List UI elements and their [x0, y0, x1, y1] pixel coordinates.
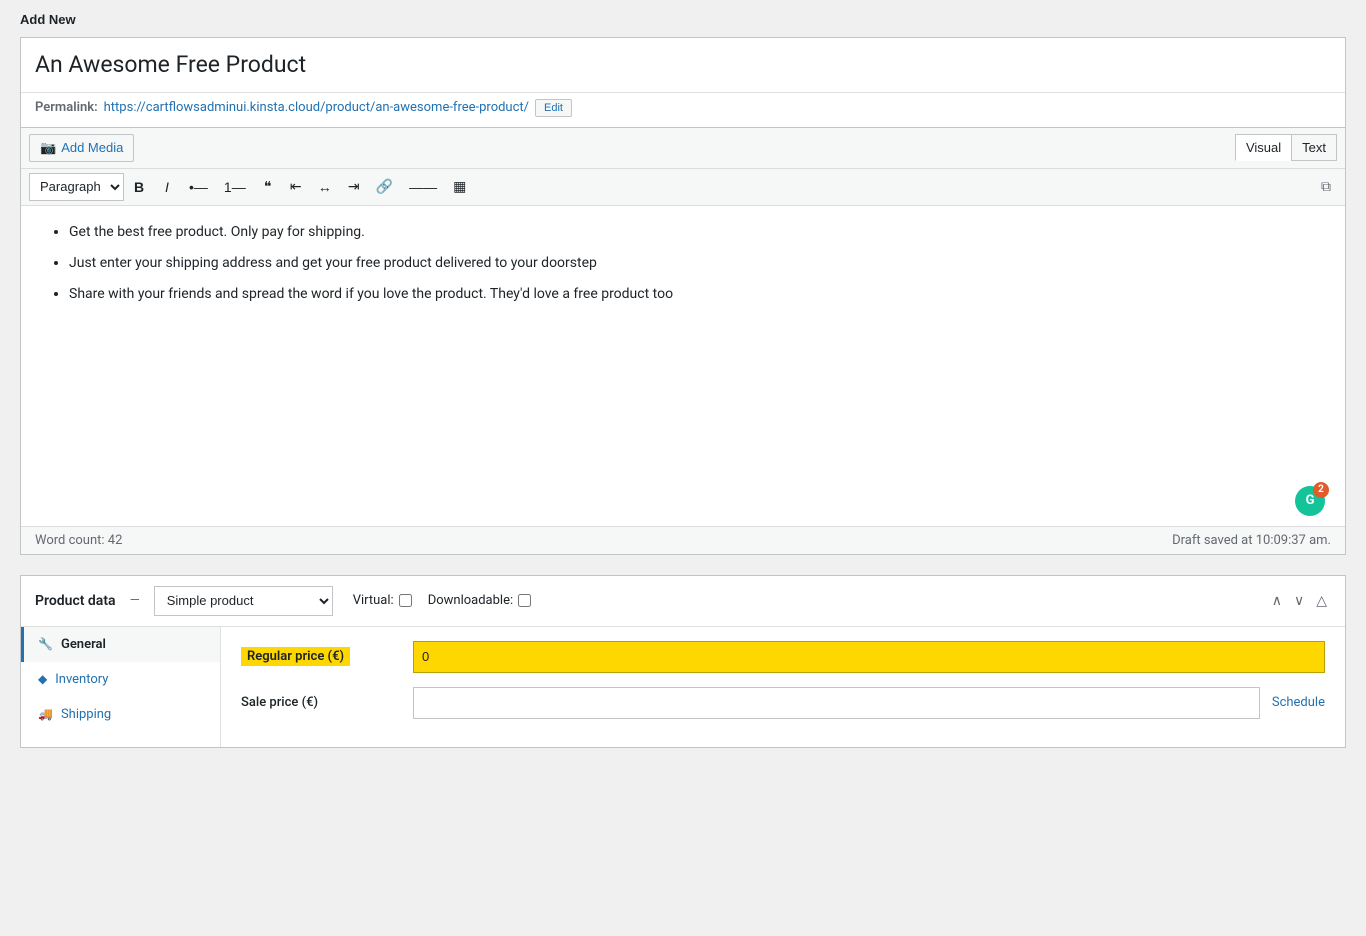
paragraph-select[interactable]: Paragraph [29, 173, 124, 201]
list-item: Just enter your shipping address and get… [69, 253, 1321, 274]
collapse-toggle-button[interactable]: △ [1312, 590, 1331, 611]
fullscreen-button[interactable]: ⧉ [1315, 175, 1337, 198]
permalink-edit-button[interactable]: Edit [535, 99, 572, 117]
wrench-icon [38, 637, 53, 652]
product-data-title: Product data [35, 593, 116, 609]
post-title-input[interactable] [21, 38, 1345, 92]
diamond-icon [38, 672, 47, 687]
draft-saved: Draft saved at 10:09:37 am. [1172, 533, 1331, 548]
regular-price-row: Regular price (€) [241, 641, 1325, 673]
editor-wrapper: 📷 Add Media Visual Text Paragraph B I •—… [20, 128, 1346, 555]
italic-button[interactable]: I [154, 173, 180, 201]
editor-content[interactable]: Get the best free product. Only pay for … [21, 206, 1345, 526]
sale-price-label: Sale price (€) [241, 695, 401, 710]
sale-price-row: Sale price (€) Schedule [241, 687, 1325, 719]
shipping-tab-label: Shipping [61, 707, 111, 722]
main-content: Permalink: https://cartflowsadminui.kins… [0, 37, 1366, 748]
collapse-down-button[interactable]: ∨ [1290, 590, 1308, 611]
align-left-button[interactable]: ⇤ [283, 173, 309, 201]
regular-price-text: Regular price (€) [241, 647, 350, 666]
tab-shipping[interactable]: Shipping [21, 697, 220, 732]
content-list: Get the best free product. Only pay for … [45, 222, 1321, 305]
grammarly-label: G [1306, 493, 1315, 508]
product-data-header: Product data — Simple product Variable p… [21, 576, 1345, 627]
permalink-row: Permalink: https://cartflowsadminui.kins… [21, 92, 1345, 127]
virtual-option[interactable]: Virtual: [353, 593, 412, 608]
tab-general[interactable]: General [21, 627, 220, 662]
page-wrapper: Add New Permalink: https://cartflowsadmi… [0, 0, 1366, 936]
sale-price-text: Sale price (€) [241, 695, 318, 710]
align-center-button[interactable]: ↔ [311, 173, 339, 201]
product-type-select[interactable]: Simple product Variable product Grouped … [154, 586, 333, 616]
virtual-checkbox[interactable] [399, 594, 412, 607]
unordered-list-button[interactable]: •— [182, 173, 215, 201]
downloadable-label: Downloadable: [428, 593, 513, 608]
bold-button[interactable]: B [126, 173, 152, 201]
downloadable-option[interactable]: Downloadable: [428, 593, 531, 608]
downloadable-checkbox[interactable] [518, 594, 531, 607]
add-new-button[interactable]: Add New [20, 12, 76, 27]
align-right-button[interactable]: ⇥ [341, 173, 367, 201]
inventory-tab-label: Inventory [55, 672, 108, 687]
list-item: Get the best free product. Only pay for … [69, 222, 1321, 243]
product-data-dash: — [130, 593, 140, 608]
blockquote-button[interactable]: ❝ [255, 173, 281, 201]
word-count: Word count: 42 [35, 533, 122, 548]
top-bar: Add New [0, 0, 1366, 37]
truck-icon [38, 707, 53, 722]
editor-footer: Word count: 42 Draft saved at 10:09:37 a… [21, 526, 1345, 554]
product-data-section: Product data — Simple product Variable p… [20, 575, 1346, 748]
product-options: Virtual: Downloadable: [353, 593, 531, 608]
add-media-label: Add Media [61, 140, 123, 155]
permalink-label: Permalink: [35, 100, 98, 115]
list-item: Share with your friends and spread the w… [69, 284, 1321, 305]
grammarly-count: 2 [1313, 482, 1329, 498]
schedule-link[interactable]: Schedule [1272, 695, 1325, 710]
grammarly-badge[interactable]: G 2 [1295, 486, 1325, 516]
sale-price-input[interactable] [413, 687, 1260, 719]
product-data-collapse: ∧ ∨ △ [1268, 590, 1331, 611]
ordered-list-button[interactable]: 1— [217, 173, 253, 201]
collapse-up-button[interactable]: ∧ [1268, 590, 1286, 611]
text-tab[interactable]: Text [1291, 134, 1337, 161]
virtual-label: Virtual: [353, 593, 394, 608]
regular-price-label: Regular price (€) [241, 647, 401, 666]
table-button[interactable]: ▦ [446, 173, 473, 201]
link-button[interactable]: 🔗 [369, 173, 400, 201]
regular-price-input[interactable] [413, 641, 1325, 673]
permalink-link[interactable]: https://cartflowsadminui.kinsta.cloud/pr… [104, 100, 529, 115]
toolbar-right: Visual Text [1235, 134, 1337, 161]
add-media-button[interactable]: 📷 Add Media [29, 134, 134, 162]
product-data-main: Regular price (€) Sale price (€) Schedul… [221, 627, 1345, 747]
add-media-icon: 📷 [40, 140, 56, 156]
format-toolbar: Paragraph B I •— 1— ❝ ⇤ ↔ ⇥ 🔗 ―― ▦ ⧉ [21, 169, 1345, 206]
toolbar-left: 📷 Add Media [29, 134, 134, 162]
tab-inventory[interactable]: Inventory [21, 662, 220, 697]
more-button[interactable]: ―― [402, 173, 444, 201]
product-data-sidebar: General Inventory Shipping [21, 627, 221, 747]
visual-tab[interactable]: Visual [1235, 134, 1291, 161]
post-title-box: Permalink: https://cartflowsadminui.kins… [20, 37, 1346, 128]
general-tab-label: General [61, 637, 106, 652]
editor-top-toolbar: 📷 Add Media Visual Text [21, 128, 1345, 169]
product-data-body: General Inventory Shipping [21, 627, 1345, 747]
